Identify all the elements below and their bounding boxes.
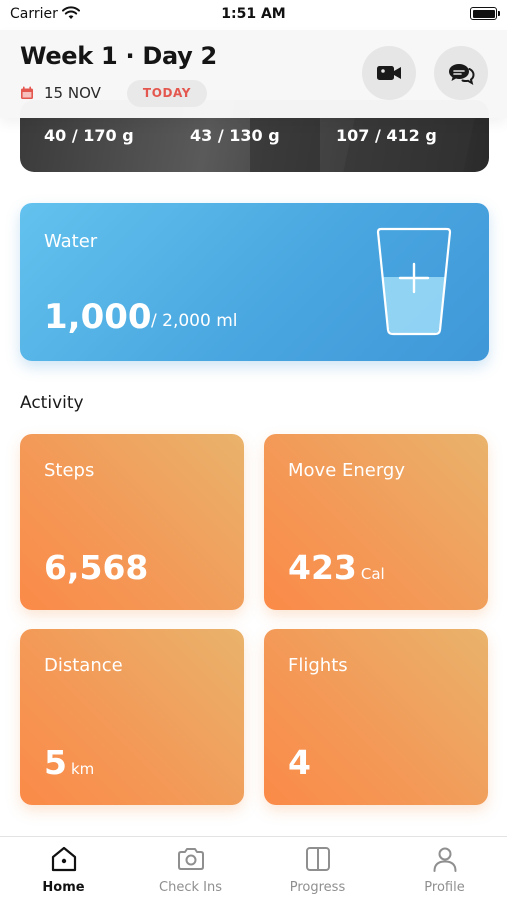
flights-value: 4 xyxy=(288,743,311,782)
profile-icon xyxy=(433,847,456,872)
move-energy-label: Move Energy xyxy=(288,460,406,481)
steps-card[interactable]: Steps 6,568 xyxy=(20,434,244,610)
battery-icon xyxy=(470,7,500,20)
water-value: 1,000 xyxy=(44,297,152,337)
tab-profile-label: Profile xyxy=(424,880,465,895)
water-label: Water xyxy=(44,231,98,252)
page-title: Week 1 · Day 2 xyxy=(20,42,217,70)
tab-home[interactable]: Home xyxy=(0,837,127,900)
tab-profile[interactable]: Profile xyxy=(381,837,507,900)
water-card[interactable]: Water 1,000 / 2,000 ml xyxy=(20,203,489,361)
progress-book-icon xyxy=(305,847,330,871)
tab-progress[interactable]: Progress xyxy=(254,837,381,900)
header: Week 1 · Day 2 15 NOV TODAY xyxy=(0,30,507,118)
water-goal: / 2,000 ml xyxy=(151,311,238,331)
video-call-button[interactable] xyxy=(362,46,416,100)
macro-fat-value: 107 / 412 g xyxy=(336,126,437,145)
steps-label: Steps xyxy=(44,460,95,481)
flights-card[interactable]: Flights 4 xyxy=(264,629,488,805)
distance-label: Distance xyxy=(44,655,123,676)
move-energy-unit: Cal xyxy=(360,565,385,583)
tab-bar: Home Check Ins Progress Profile xyxy=(0,836,507,900)
date-label: 15 NOV xyxy=(44,84,101,102)
distance-unit: km xyxy=(70,760,95,778)
water-glass-plus-icon[interactable] xyxy=(376,227,452,337)
calendar-icon xyxy=(21,86,33,99)
move-energy-card[interactable]: Move Energy 423 Cal xyxy=(264,434,488,610)
flights-label: Flights xyxy=(288,655,348,676)
tab-check-ins-label: Check Ins xyxy=(159,880,222,895)
status-time: 1:51 AM xyxy=(221,6,286,22)
activity-heading: Activity xyxy=(20,393,84,413)
today-badge[interactable]: TODAY xyxy=(127,80,207,107)
macro-carbs-value: 40 / 170 g xyxy=(44,126,134,145)
status-bar: Carrier 1:51 AM xyxy=(0,0,507,30)
tab-check-ins[interactable]: Check Ins xyxy=(127,837,254,900)
video-camera-icon xyxy=(377,66,401,80)
tab-home-label: Home xyxy=(42,880,85,895)
steps-value: 6,568 xyxy=(44,548,149,587)
move-energy-value: 423 Cal xyxy=(288,548,385,587)
distance-value: 5 km xyxy=(44,743,95,782)
chat-bubbles-icon xyxy=(449,64,475,86)
home-icon xyxy=(51,846,76,872)
tab-progress-label: Progress xyxy=(289,880,346,895)
distance-card[interactable]: Distance 5 km xyxy=(20,629,244,805)
macro-protein-value: 43 / 130 g xyxy=(190,126,280,145)
chat-button[interactable] xyxy=(434,46,488,100)
camera-icon xyxy=(177,848,204,870)
